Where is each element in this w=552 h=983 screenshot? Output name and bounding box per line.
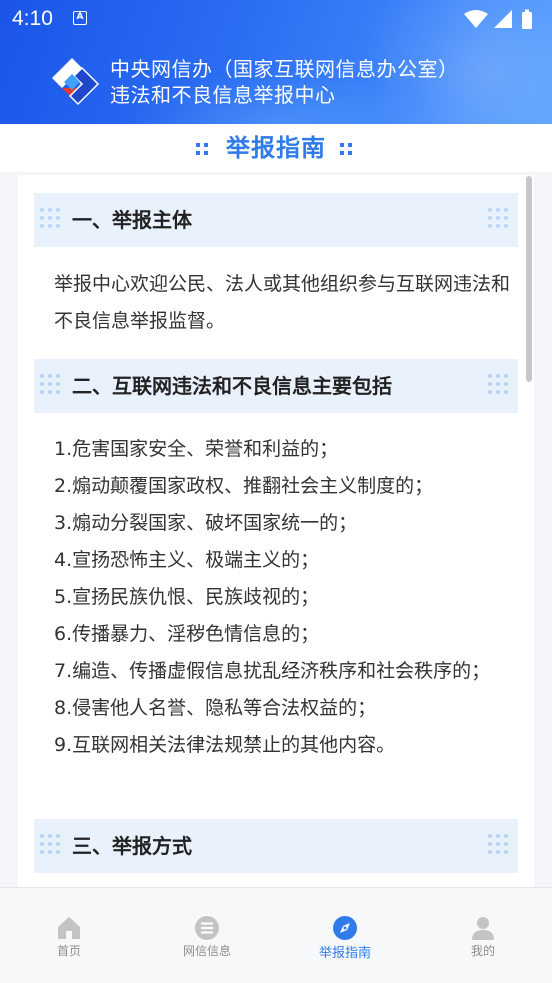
intro-paragraph: 举报中心欢迎公民、法人或其他组织参与互联网违法和不良信息举报监督。 [54,273,511,332]
bottom-tab-bar: 首页 网信信息 举报指南 我的 [0,887,552,983]
section-heading-label: 一、举报主体 [72,208,192,232]
scrollbar[interactable] [526,176,532,382]
dots-decoration-icon [196,142,212,155]
list-item: 5.宣扬民族仇恨、民族歧视的； [54,586,320,608]
header-title-line2: 违法和不良信息举报中心 [110,83,336,107]
tab-report-guide[interactable]: 举报指南 [276,888,414,983]
list-item: 8.侵害他人名誉、隐私等合法权益的； [54,697,377,719]
section-heading: 二、互联网违法和不良信息主要包括 [34,359,518,413]
tab-label: 我的 [470,944,495,958]
dots-decoration-icon [340,142,356,155]
list-item: 6.传播暴力、淫秽色情信息的； [54,623,320,645]
tab-news[interactable]: 网信信息 [138,888,276,983]
battery-icon [522,12,532,29]
list-item: 2.煽动颠覆国家政权、推翻社会主义制度的； [54,475,434,497]
home-icon [58,917,80,939]
list-item: 1.危害国家安全、荣誉和利益的； [54,438,339,460]
section-heading-label: 三、举报方式 [72,834,192,858]
person-icon [472,917,494,940]
dot-grid-icon [488,374,508,394]
app-header: 4:10 A 中央网信办（国家互联网信息办公室） 违法和不良信息举报中心 [0,0,552,124]
guide-content-card[interactable]: 一、举报主体 举报中心欢迎公民、法人或其他组织参与互联网违法和不良信息举报监督。… [18,175,534,887]
page-title: 举报指南 [226,134,326,162]
dot-grid-icon [40,208,60,228]
tab-home[interactable]: 首页 [0,888,138,983]
dot-grid-icon [40,374,60,394]
section-heading: 三、举报方式 [34,819,518,873]
header-title: 中央网信办（国家互联网信息办公室） 违法和不良信息举报中心 [110,56,459,108]
status-bar: 4:10 A [0,0,552,40]
a-badge-icon: A [73,11,87,25]
header-title-line1: 中央网信办（国家互联网信息办公室） [110,57,459,81]
dot-grid-icon [40,834,60,854]
dot-grid-icon [488,834,508,854]
signal-icon [494,10,512,28]
list-item: 4.宣扬恐怖主义、极端主义的； [54,549,320,571]
status-time: 4:10 [12,7,53,30]
tab-label: 网信信息 [182,944,231,958]
page-title-bar: 举报指南 [0,124,552,172]
list-icon [195,916,219,940]
tab-label: 首页 [56,944,81,958]
wifi-icon [464,10,488,28]
section-heading: 一、举报主体 [34,193,518,247]
list-item: 7.编造、传播虚假信息扰乱经济秩序和社会秩序的； [54,660,491,682]
section-heading-label: 二、互联网违法和不良信息主要包括 [72,374,392,398]
system-status-icons [464,9,532,29]
tab-mine[interactable]: 我的 [414,888,552,983]
tab-label: 举报指南 [318,946,371,961]
list-item: 9.互联网相关法律法规禁止的其他内容。 [54,734,396,756]
compass-icon [333,916,357,940]
dot-grid-icon [488,208,508,228]
cac-logo-icon [52,58,100,106]
content-list: 1.危害国家安全、荣誉和利益的； 2.煽动颠覆国家政权、推翻社会主义制度的； 3… [54,431,510,764]
list-item: 3.煽动分裂国家、破坏国家统一的； [54,512,358,534]
